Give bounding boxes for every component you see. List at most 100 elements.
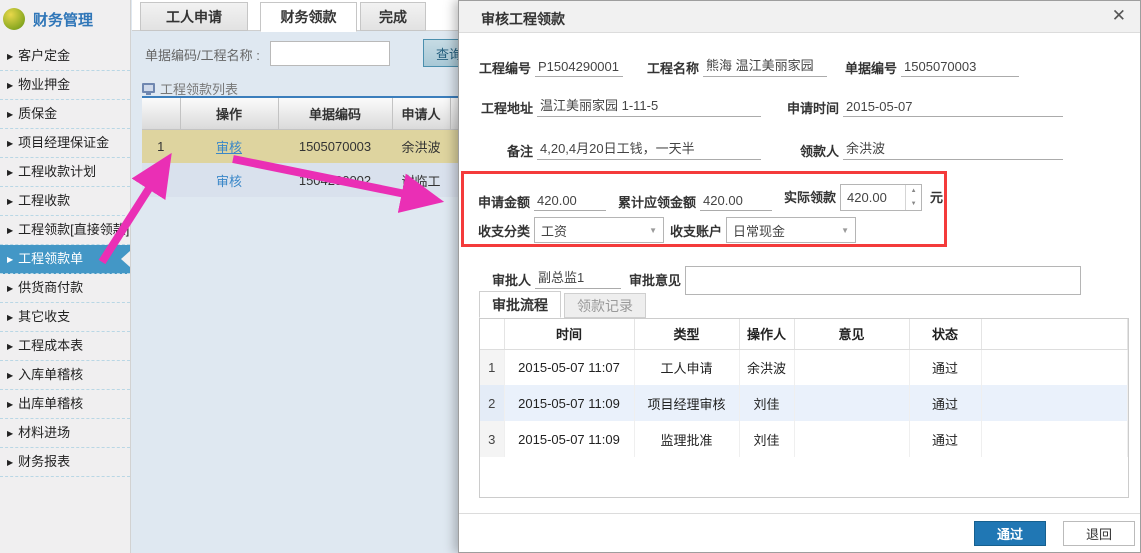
sidebar-item-payment-form[interactable]: ▶工程领款单 (0, 245, 130, 274)
actual-amount-label: 实际领款 (784, 187, 836, 206)
sidebar-item-material-entry[interactable]: ▶材料进场 (0, 419, 130, 448)
audit-link[interactable]: 审核 (216, 174, 242, 189)
caret-icon: ▶ (7, 197, 13, 206)
search-input[interactable] (270, 41, 390, 66)
sidebar-menu: ▶客户定金 ▶物业押金 ▶质保金 ▶项目经理保证金 ▶工程收款计划 ▶工程收款 … (0, 42, 130, 477)
flow-type: 工人申请 (634, 349, 739, 385)
caret-icon: ▶ (7, 139, 13, 148)
sidebar-item-label: 工程领款单 (18, 251, 83, 266)
col-applicant: 申请人 (392, 98, 450, 129)
sidebar-item-collection-plan[interactable]: ▶ 工程收款计划 (0, 158, 130, 187)
sidebar-item-pm-guarantee[interactable]: ▶项目经理保证金 (0, 129, 130, 158)
caret-icon: ▶ (7, 371, 13, 380)
flow-time: 2015-05-07 11:07 (504, 349, 634, 385)
remark-label: 备注 (479, 141, 533, 160)
tab-payment-records[interactable]: 领款记录 (564, 293, 646, 318)
flow-opinion (794, 385, 909, 421)
sidebar-item-label: 客户定金 (18, 48, 70, 63)
audit-payment-dialog: 审核工程领款 ✕ 工程编号 P1504290001 工程名称 熊海 温江美丽家园… (458, 0, 1141, 553)
sidebar-item-inbound-audit[interactable]: ▶ 入库单稽核 (0, 361, 130, 390)
spin-down-icon[interactable]: ▼ (906, 198, 921, 211)
tab-finance-payment[interactable]: 财务领款 (260, 2, 357, 32)
flow-row: 1 2015-05-07 11:07 工人申请 余洪波 通过 (480, 349, 1128, 385)
col-index (480, 319, 504, 349)
col-opinion: 意见 (794, 319, 909, 349)
sidebar-item-other-income[interactable]: ▶其它收支 (0, 303, 130, 332)
opinion-label: 审批意见 (629, 270, 681, 289)
row-index: 1 (142, 129, 180, 163)
caret-icon: ▶ (7, 110, 13, 119)
col-type: 类型 (634, 319, 739, 349)
apply-amount-label: 申请金额 (478, 192, 530, 211)
col-operator: 操作人 (739, 319, 794, 349)
sidebar: 财务管理 ▶客户定金 ▶物业押金 ▶质保金 ▶项目经理保证金 ▶工程收款计划 ▶… (0, 0, 131, 553)
sidebar-item-cost-table[interactable]: ▶工程成本表 (0, 332, 130, 361)
audit-link[interactable]: 审核 (216, 140, 242, 155)
detail-tabs: 审批流程 领款记录 (479, 291, 646, 318)
flow-type: 项目经理审核 (634, 385, 739, 421)
list-title-row: 工程领款列表 (142, 79, 238, 97)
payee-label: 领款人 (785, 141, 839, 160)
category-select[interactable]: 工资 ▼ (534, 217, 664, 243)
approve-button[interactable]: 通过 (974, 521, 1046, 546)
category-row: 收支分类 工资 ▼ 收支账户 日常现金 ▼ (478, 217, 856, 243)
col-filler (981, 319, 1128, 349)
actual-amount-value: 420.00 (841, 185, 905, 210)
sidebar-item-label: 入库单稽核 (18, 367, 83, 382)
apply-time-value: 2015-05-07 (843, 99, 1063, 117)
actual-amount-stepper[interactable]: 420.00 ▲ ▼ (840, 184, 922, 211)
sidebar-item-label: 工程收款 (18, 193, 70, 208)
flow-row: 3 2015-05-07 11:09 监理批准 刘佳 通过 (480, 421, 1128, 457)
sidebar-item-label: 质保金 (18, 106, 57, 121)
sidebar-item-outbound-audit[interactable]: ▶出库单稽核 (0, 390, 130, 419)
sidebar-item-property-deposit[interactable]: ▶物业押金 (0, 71, 130, 100)
sidebar-item-finance-report[interactable]: ▶财务报表 (0, 448, 130, 477)
sidebar-item-label: 工程收款计划 (18, 164, 96, 179)
sidebar-header: 财务管理 (0, 0, 130, 38)
flow-opinion (794, 421, 909, 457)
flow-time: 2015-05-07 11:09 (504, 385, 634, 421)
sidebar-item-label: 工程领款[直接领款] (18, 222, 129, 237)
sidebar-item-warranty[interactable]: ▶ 质保金 (0, 100, 130, 129)
address-label: 工程地址 (479, 98, 533, 117)
sidebar-item-customer-deposit[interactable]: ▶客户定金 (0, 42, 130, 71)
caret-icon: ▶ (7, 458, 13, 467)
col-time: 时间 (504, 319, 634, 349)
dialog-footer: 通过 退回 (459, 513, 1140, 552)
category-label: 收支分类 (478, 221, 530, 240)
chevron-down-icon: ▼ (841, 226, 849, 235)
spin-up-icon[interactable]: ▲ (906, 185, 921, 198)
total-amount-label: 累计应领金额 (618, 192, 696, 211)
caret-icon: ▶ (7, 168, 13, 177)
tab-approval-flow[interactable]: 审批流程 (479, 291, 561, 318)
sidebar-item-label: 其它收支 (18, 309, 70, 324)
sidebar-item-supplier-payment[interactable]: ▶供货商付款 (0, 274, 130, 303)
applicant: 谢临工 (392, 163, 450, 197)
opinion-input[interactable] (685, 266, 1081, 295)
caret-icon: ▶ (7, 81, 13, 90)
tab-worker-apply[interactable]: 工人申请 (140, 2, 248, 31)
col-index (142, 98, 180, 129)
category-value: 工资 (541, 221, 567, 240)
caret-icon: ▶ (7, 400, 13, 409)
flow-type: 监理批准 (634, 421, 739, 457)
approver-value: 副总监1 (535, 267, 621, 289)
finance-module-icon (3, 8, 25, 30)
flow-row: 2 2015-05-07 11:09 项目经理审核 刘佳 通过 (480, 385, 1128, 421)
applicant: 余洪波 (392, 129, 450, 163)
return-button[interactable]: 退回 (1063, 521, 1135, 546)
tab-complete[interactable]: 完成 (360, 2, 426, 31)
sidebar-item-direct-payment[interactable]: ▶工程领款[直接领款] (0, 216, 130, 245)
apply-amount-value: 420.00 (534, 193, 606, 211)
sidebar-item-project-collection[interactable]: ▶ 工程收款 (0, 187, 130, 216)
account-select[interactable]: 日常现金 ▼ (726, 217, 856, 243)
sidebar-item-label: 供货商付款 (18, 280, 83, 295)
remark-value: 4,20,4月20日工钱，一天半 (537, 138, 761, 160)
monitor-icon (142, 83, 155, 93)
account-label: 收支账户 (670, 221, 722, 240)
apply-time-label: 申请时间 (785, 98, 839, 117)
caret-icon: ▶ (7, 429, 13, 438)
dialog-titlebar: 审核工程领款 ✕ (459, 1, 1140, 33)
row-index: 2 (480, 385, 504, 421)
close-icon[interactable]: ✕ (1112, 6, 1126, 26)
